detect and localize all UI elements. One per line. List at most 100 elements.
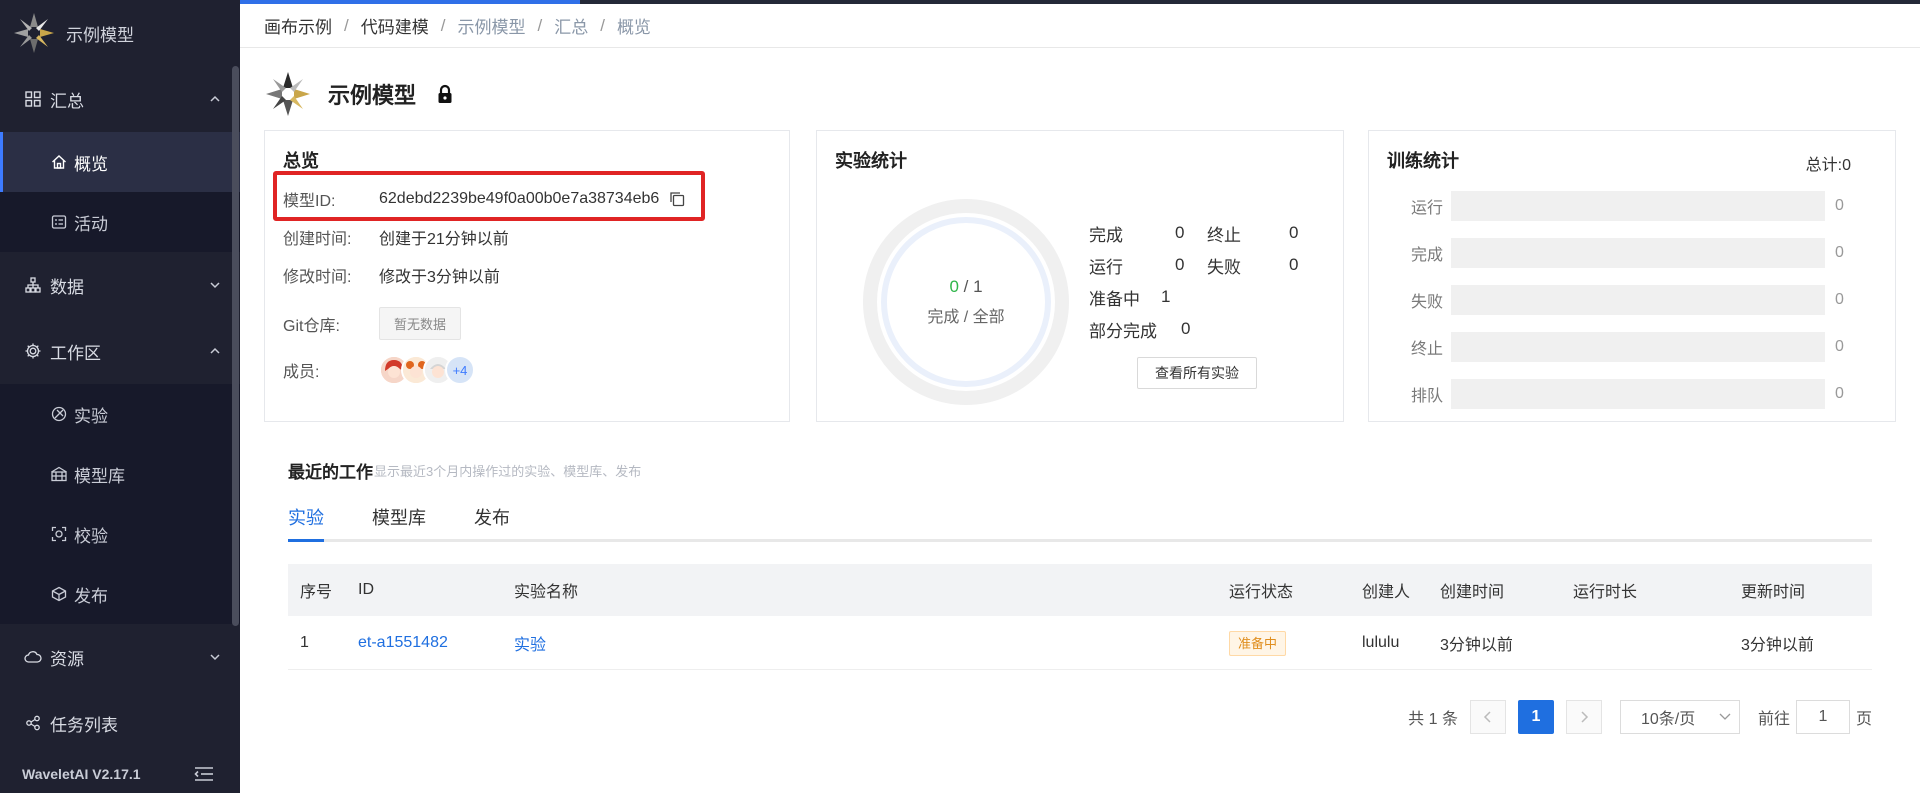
progress-label: 完成 / 全部 <box>927 309 1005 326</box>
experiment-name-link[interactable]: 实验 <box>514 631 1229 655</box>
status-cell: 准备中 <box>1229 630 1362 656</box>
git-repo-label: Git仓库: <box>283 317 340 335</box>
sidebar-item-overview[interactable]: 概览 <box>0 132 240 192</box>
activity-icon <box>50 213 68 231</box>
bar-track <box>1451 379 1825 409</box>
sidebar-group-label: 数据 <box>50 277 84 297</box>
sidebar-item-label: 模型库 <box>74 466 125 486</box>
more-members-badge[interactable]: +4 <box>445 355 475 385</box>
app-name: 示例模型 <box>66 25 134 45</box>
sidebar-group-task-list[interactable]: 任务列表 <box>0 690 240 756</box>
breadcrumb-separator: / <box>537 15 543 35</box>
member-avatars[interactable]: +4 <box>379 355 475 385</box>
sidebar-item-publish[interactable]: 发布 <box>0 564 240 624</box>
model-id-value: 62debd2239be49f0a00b0e7a38734eb6 <box>379 190 660 207</box>
stat-label: 终止 <box>1207 225 1241 245</box>
chevron-down-icon <box>210 654 220 661</box>
bar-label: 失败 <box>1410 294 1443 311</box>
model-id-row: 模型ID: 62debd2239be49f0a00b0e7a38734eb6 <box>283 187 685 211</box>
sidebar-group-data[interactable]: 数据 <box>0 252 240 318</box>
chevron-right-icon <box>1581 711 1589 723</box>
next-page-button[interactable] <box>1565 700 1602 734</box>
sidebar-item-validation[interactable]: 校验 <box>0 504 240 564</box>
app-version: WaveletAI V2.17.1 <box>0 755 232 793</box>
chevron-up-icon <box>210 347 220 354</box>
progress-ratio: 0 / 1 <box>949 277 983 296</box>
bar-value: 0 <box>1835 385 1844 402</box>
experiment-progress-center: 0 / 1 完成 / 全部 <box>861 197 1071 407</box>
tab-experiment[interactable]: 实验 <box>288 502 324 542</box>
model-id-label: 模型ID: <box>283 193 336 210</box>
table-header: 序号 ID 实验名称 运行状态 创建人 创建时间 运行时长 更新时间 <box>288 564 1872 616</box>
page-title: 示例模型 <box>328 83 417 108</box>
bar-value: 0 <box>1835 244 1844 261</box>
breadcrumb-item[interactable]: 画布示例 <box>264 13 332 38</box>
stat-value: 0 <box>1175 223 1185 242</box>
column-header: 运行时长 <box>1573 584 1638 601</box>
page-size-select[interactable]: 10条/页 <box>1619 700 1740 734</box>
sidebar-group-label: 任务列表 <box>50 715 118 735</box>
experiment-stats-card: 实验统计 0 / 1 完成 / 全部 完成 0 终止 0 运行 0 失败 0 准… <box>816 130 1344 422</box>
prev-page-button[interactable] <box>1469 700 1506 734</box>
breadcrumb-item[interactable]: 代码建模 <box>361 13 429 38</box>
goto-page-input[interactable]: 1 <box>1795 700 1850 734</box>
stats-line: 完成 0 终止 0 <box>1089 217 1309 249</box>
stat-value: 0 <box>1289 223 1299 242</box>
sidebar-item-experiment[interactable]: 实验 <box>0 384 240 444</box>
sidebar-item-label: 概览 <box>74 154 108 174</box>
sidebar-item-model-library[interactable]: 模型库 <box>0 444 240 504</box>
stat-label: 失败 <box>1207 257 1241 277</box>
sidebar-item-label: 活动 <box>74 214 108 234</box>
chevron-up-icon <box>210 95 220 102</box>
column-header: 实验名称 <box>514 584 579 601</box>
breadcrumb-separator: / <box>600 15 605 35</box>
done-count: 0 <box>949 277 959 296</box>
modified-time-row: 修改时间: 修改于3分钟以前 <box>283 263 500 287</box>
tab-publish[interactable]: 发布 <box>474 502 510 542</box>
table-row[interactable]: 1 et-a1551482 实验 准备中 lululu 3分钟以前 3分钟以前 <box>288 616 1872 670</box>
breadcrumb: 画布示例 / 代码建模 / 示例模型 / 汇总 / 概览 <box>240 4 1920 48</box>
modified-time-value: 修改于3分钟以前 <box>379 269 500 286</box>
current-page[interactable]: 1 <box>1517 700 1554 734</box>
experiment-stats-title: 实验统计 <box>835 151 907 171</box>
row-index: 1 <box>300 633 309 651</box>
stats-line: 部分完成 0 <box>1089 313 1309 345</box>
bar-track <box>1451 285 1825 315</box>
breadcrumb-item[interactable]: 示例模型 <box>457 13 525 38</box>
cloud-icon <box>24 648 42 666</box>
view-all-experiments-button[interactable]: 查看所有实验 <box>1137 357 1257 389</box>
pagination: 共 1 条 1 10条/页 前往 1 页 <box>1408 700 1872 734</box>
tab-model-library[interactable]: 模型库 <box>372 502 426 542</box>
column-header: 序号 <box>300 584 333 601</box>
sidebar-item-activity[interactable]: 活动 <box>0 192 240 252</box>
copy-icon[interactable] <box>669 191 685 207</box>
grid-icon <box>24 90 42 108</box>
home-icon <box>50 153 68 171</box>
column-header: ID <box>358 581 374 598</box>
column-header: 运行状态 <box>1229 584 1294 601</box>
stat-value: 0 <box>1181 319 1191 338</box>
sidebar-item-label: 校验 <box>74 526 108 546</box>
created-time-row: 创建时间: 创建于21分钟以前 <box>283 225 509 249</box>
sidebar-group-workspace[interactable]: 工作区 <box>0 318 240 384</box>
model-logo-icon <box>266 72 310 116</box>
breadcrumb-item: 概览 <box>616 18 651 37</box>
training-bar-row: 失败 0 <box>1369 285 1895 315</box>
sidebar-group-resources[interactable]: 资源 <box>0 624 240 690</box>
training-total: 总计:0 <box>1805 157 1851 174</box>
sidebar-group-summary[interactable]: 汇总 <box>0 66 240 132</box>
bar-track <box>1451 238 1825 268</box>
members-label: 成员: <box>283 364 320 381</box>
stats-line: 准备中 1 <box>1089 281 1309 313</box>
training-bar-row: 完成 0 <box>1369 238 1895 268</box>
app-logo[interactable]: 示例模型 <box>0 0 240 66</box>
git-repo-row: Git仓库: 暂无数据 <box>283 307 462 340</box>
app-logo-icon <box>14 13 54 53</box>
recent-works-panel: 最近的工作 显示最近3个月内操作过的实验、模型库、发布 实验 模型库 发布 序号… <box>264 436 1896 776</box>
collapse-sidebar-icon[interactable] <box>194 766 214 782</box>
breadcrumb-item[interactable]: 汇总 <box>554 13 588 38</box>
experiment-id-link[interactable]: et-a1551482 <box>358 634 514 652</box>
column-header: 创建人 <box>1362 584 1411 601</box>
version-text: WaveletAI V2.17.1 <box>22 766 141 782</box>
creator-cell: lululu <box>1362 633 1400 651</box>
